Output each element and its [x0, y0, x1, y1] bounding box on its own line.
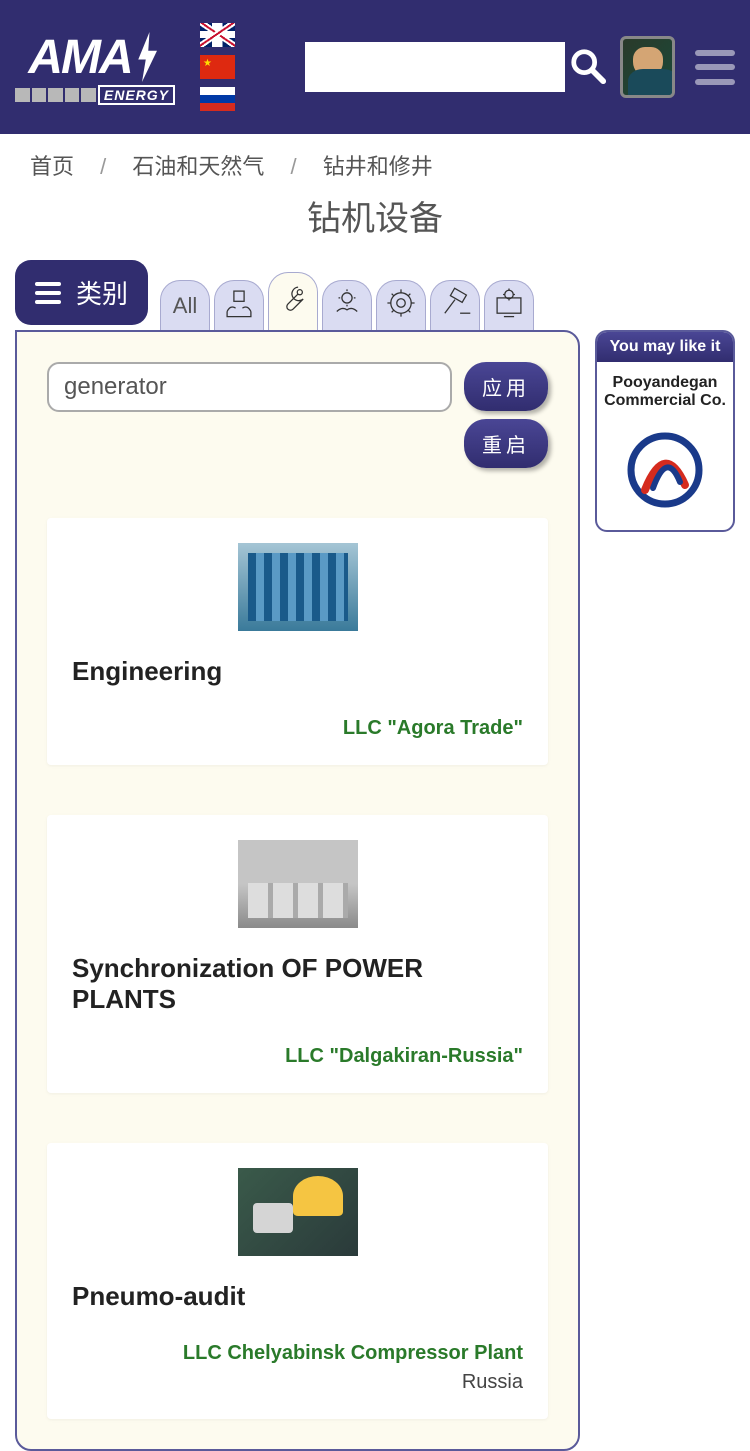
- breadcrumb-cat2[interactable]: 钻井和修井: [323, 154, 433, 179]
- result-card[interactable]: AMA Pneumo-audit LLC Chelyabinsk Compres…: [47, 1143, 548, 1419]
- card-company[interactable]: LLC "Agora Trade": [72, 717, 523, 740]
- breadcrumb-cat1[interactable]: 石油和天然气: [132, 154, 264, 179]
- logo-subtext: ENERGY: [98, 85, 175, 105]
- search-box: [305, 42, 610, 92]
- sidebox-item-title[interactable]: Pooyandegan Commercial Co.: [603, 374, 727, 410]
- language-flags: [200, 23, 235, 111]
- result-card[interactable]: AMA Engineering LLC "Agora Trade": [47, 518, 548, 765]
- reset-button[interactable]: 重启: [464, 419, 548, 468]
- result-card[interactable]: AMA Synchronization OF POWER PLANTS LLC …: [47, 815, 548, 1093]
- card-company[interactable]: LLC "Dalgakiran-Russia": [72, 1045, 523, 1068]
- tab-wrench[interactable]: [268, 272, 318, 330]
- filter-input[interactable]: [47, 362, 452, 412]
- sidebox-header: You may like it: [597, 332, 733, 362]
- tab-gear-circuit[interactable]: [376, 280, 426, 330]
- breadcrumb-sep: /: [291, 154, 297, 179]
- menu-button[interactable]: [695, 50, 735, 85]
- hamburger-icon: [35, 282, 61, 304]
- tab-hands[interactable]: [214, 280, 264, 330]
- logo[interactable]: AMA ENERGY: [15, 30, 175, 105]
- avatar[interactable]: [620, 36, 675, 98]
- flag-cn[interactable]: [200, 55, 235, 79]
- search-input[interactable]: [305, 42, 565, 92]
- card-country: Russia: [72, 1371, 523, 1394]
- card-title: Synchronization OF POWER PLANTS: [72, 953, 523, 1015]
- page-title: 钻机设备: [0, 186, 750, 260]
- search-button[interactable]: [565, 45, 610, 90]
- breadcrumb: 首页 / 石油和天然气 / 钻井和修井: [0, 134, 750, 186]
- tab-gavel[interactable]: [430, 280, 480, 330]
- sidebox-item-logo[interactable]: [625, 430, 705, 510]
- tab-gear-hand[interactable]: [322, 280, 372, 330]
- results-panel: 应用 重启 AMA Engineering LLC "Agora Trade" …: [15, 330, 580, 1451]
- gear-hand-icon: [330, 286, 364, 326]
- sidebar: You may like it Pooyandegan Commercial C…: [595, 260, 735, 532]
- search-icon: [569, 47, 607, 88]
- flag-ru[interactable]: [200, 87, 235, 111]
- tab-monitor-gear[interactable]: [484, 280, 534, 330]
- logo-text: AMA: [28, 30, 131, 85]
- breadcrumb-sep: /: [100, 154, 106, 179]
- gavel-icon: [438, 286, 472, 326]
- header: AMA ENERGY: [0, 0, 750, 134]
- card-title: Engineering: [72, 656, 523, 687]
- tabs: All: [160, 260, 580, 330]
- logo-bars: [15, 88, 96, 102]
- gear-circuit-icon: [384, 286, 418, 326]
- tab-all[interactable]: All: [160, 280, 210, 330]
- lightning-icon: [132, 32, 162, 82]
- hands-box-icon: [222, 286, 256, 326]
- category-button[interactable]: 类别: [15, 260, 148, 325]
- apply-button[interactable]: 应用: [464, 362, 548, 411]
- breadcrumb-home[interactable]: 首页: [30, 154, 74, 179]
- flag-uk[interactable]: [200, 23, 235, 47]
- card-image: AMA: [238, 840, 358, 928]
- card-title: Pneumo-audit: [72, 1281, 523, 1312]
- card-company[interactable]: LLC Chelyabinsk Compressor Plant: [72, 1342, 523, 1365]
- card-image: AMA: [238, 1168, 358, 1256]
- you-may-like-box: You may like it Pooyandegan Commercial C…: [595, 330, 735, 532]
- card-image: AMA: [238, 543, 358, 631]
- monitor-gear-icon: [492, 286, 526, 326]
- category-label: 类别: [76, 274, 128, 311]
- wrench-icon: [276, 282, 310, 322]
